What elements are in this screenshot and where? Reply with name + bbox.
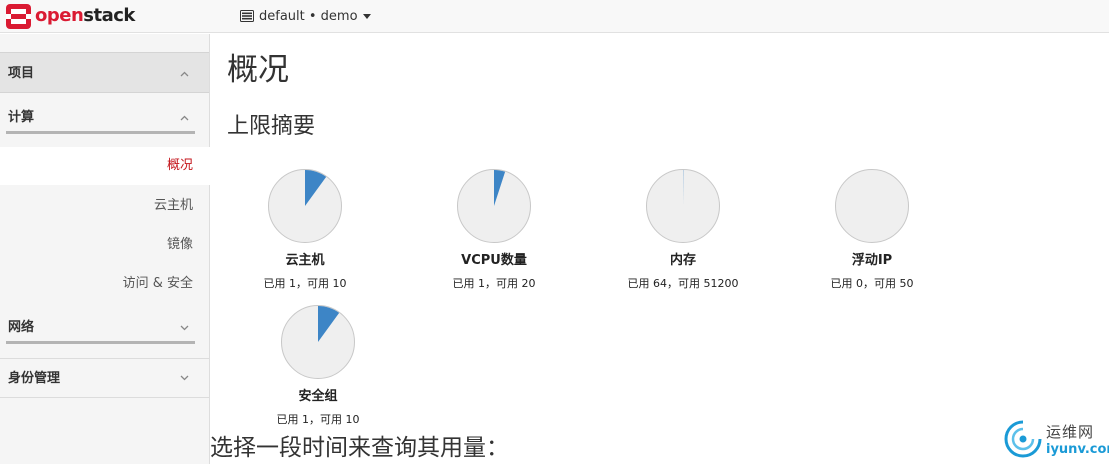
caret-down-icon: [362, 13, 371, 19]
quota-usage: 已用 0，可用 50: [830, 277, 914, 290]
watermark-logo-icon: [1004, 420, 1042, 458]
top-navbar: openstack default • demo: [0, 0, 1109, 33]
brand-name: openstack: [35, 5, 135, 26]
watermark-text-en: iyunv.com: [1046, 442, 1109, 457]
chevron-up-icon: [180, 71, 189, 77]
project-switcher-dropdown[interactable]: default • demo: [240, 7, 371, 25]
quota-memory: 内存 已用 64，可用 51200: [588, 168, 778, 291]
limit-summary-title: 上限摘要: [227, 114, 316, 139]
watermark-text-cn: 运维网: [1046, 423, 1095, 441]
server-icon: [240, 10, 254, 22]
chevron-down-icon: [180, 325, 189, 331]
quota-label: 安全组: [298, 389, 338, 404]
sidebar-group-project[interactable]: 项目: [0, 52, 209, 93]
sidebar-item-label: 云主机: [153, 198, 193, 213]
quota-label: VCPU数量: [461, 253, 527, 268]
sidebar-nav: 项目 计算 概况 云主机 镜像 访问 & 安全 网络 身份管理: [0, 34, 210, 464]
quota-pie-chart: [268, 169, 342, 243]
sidebar-group-compute[interactable]: 计算: [0, 106, 209, 130]
main-content: 概况 上限摘要 云主机 已用 1，可用 10 VCPU数量 已用 1，可用 20…: [210, 34, 1109, 464]
sidebar-item-images[interactable]: 镜像: [0, 226, 209, 264]
sidebar-group-identity[interactable]: 身份管理: [0, 358, 209, 398]
sidebar-item-overview[interactable]: 概况: [0, 147, 210, 185]
sidebar-group-network[interactable]: 网络: [0, 316, 209, 340]
quota-usage: 已用 64，可用 51200: [627, 277, 739, 290]
sidebar-item-label: 概况: [166, 158, 193, 173]
sidebar-group-label: 项目: [8, 66, 35, 81]
quota-label: 云主机: [285, 253, 325, 268]
openstack-logo-icon: [6, 3, 31, 29]
watermark: 运维网 iyunv.com: [1003, 416, 1109, 464]
group-underline: [6, 341, 195, 344]
quota-usage: 已用 1，可用 20: [452, 277, 536, 290]
quota-vcpus: VCPU数量 已用 1，可用 20: [399, 168, 589, 291]
project-switcher-label: default • demo: [259, 8, 358, 24]
sidebar-group-label: 网络: [8, 320, 35, 335]
quota-instances: 云主机 已用 1，可用 10: [210, 168, 400, 291]
quota-usage: 已用 1，可用 10: [263, 277, 347, 290]
quota-pie-chart: [646, 169, 720, 243]
page-title: 概况: [227, 52, 289, 88]
sidebar-group-label: 计算: [8, 110, 35, 125]
sidebar-item-label: 镜像: [166, 237, 193, 252]
chevron-up-icon: [180, 115, 189, 121]
quota-pie-chart: [457, 169, 531, 243]
quota-pie-chart: [281, 305, 355, 379]
usage-range-title: 选择一段时间来查询其用量：: [210, 435, 509, 461]
brand-link[interactable]: openstack: [6, 3, 135, 29]
pie-free-slice: [835, 169, 909, 243]
quota-pie-chart: [835, 169, 909, 243]
chevron-down-icon: [180, 375, 189, 381]
sidebar-item-access-security[interactable]: 访问 & 安全: [0, 265, 209, 303]
sidebar-item-label: 访问 & 安全: [122, 276, 193, 291]
sidebar-item-instances[interactable]: 云主机: [0, 187, 209, 225]
sidebar-group-label: 身份管理: [8, 371, 61, 386]
quota-floating-ips: 浮动IP 已用 0，可用 50: [777, 168, 967, 291]
quota-usage: 已用 1，可用 10: [276, 413, 360, 426]
quota-label: 浮动IP: [851, 253, 893, 268]
quota-security-groups: 安全组 已用 1，可用 10: [223, 304, 413, 427]
quota-label: 内存: [669, 253, 696, 268]
group-underline: [6, 131, 195, 134]
